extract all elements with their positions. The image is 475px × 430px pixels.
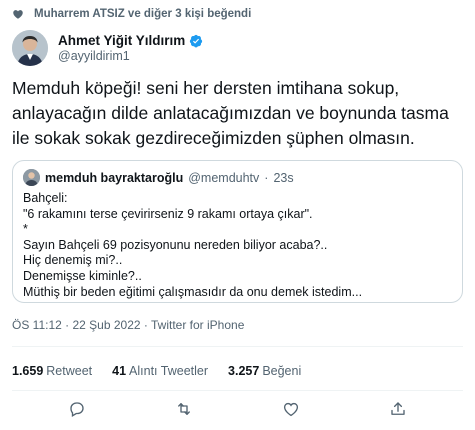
- retweet-count[interactable]: 1.659 Retweet: [12, 364, 92, 378]
- quote-line: Sayın Bahçeli 69 pozisyonunu nereden bil…: [23, 237, 328, 252]
- meta-separator: ·: [140, 318, 151, 332]
- quote-line: "6 rakamını terse çevirirseniz 9 rakamı …: [23, 206, 313, 221]
- quote-author-avatar: [23, 169, 40, 186]
- quote-line: *: [23, 222, 28, 237]
- quote-line: Müthiş bir beden eğitimi çalışmasıdır da…: [23, 284, 363, 299]
- quote-line: Denemişse kiminle?..: [23, 268, 142, 283]
- meta-separator: ·: [61, 318, 73, 332]
- like-count[interactable]: 3.257 Beğeni: [228, 364, 301, 378]
- share-icon[interactable]: [389, 400, 407, 418]
- author-name[interactable]: Ahmet Yiğit Yıldırım: [58, 33, 185, 48]
- tweet-stats: 1.659 Retweet 41 Alıntı Tweetler 3.257 Beğe…: [12, 364, 301, 378]
- tweet-time[interactable]: ÖS 11:12: [12, 318, 62, 332]
- divider: [12, 346, 463, 347]
- social-context-text: Muharrem ATSIZ ve diğer 3 kişi beğendi: [34, 8, 252, 20]
- like-icon[interactable]: [282, 400, 300, 418]
- heart-icon: [12, 8, 24, 20]
- tweet-author[interactable]: Ahmet Yiğit Yıldırım @ayyildirim1: [12, 30, 203, 66]
- tweet-source-app[interactable]: Twitter for iPhone: [151, 318, 244, 332]
- reply-icon[interactable]: [68, 400, 86, 418]
- quote-author-handle: @memduhtv: [188, 170, 260, 185]
- social-context[interactable]: Muharrem ATSIZ ve diğer 3 kişi beğendi: [12, 8, 251, 20]
- verified-badge-icon: [189, 34, 203, 48]
- quote-author-name: memduh bayraktaroğlu: [45, 170, 184, 185]
- tweet-actions: [0, 400, 475, 418]
- quote-text: Bahçeli: "6 rakamını terse çevirirseniz …: [23, 191, 452, 300]
- quote-line: Bahçeli:: [23, 191, 68, 205]
- quote-line: Hiç denemiş mi?..: [23, 253, 123, 268]
- retweet-icon[interactable]: [175, 400, 193, 418]
- tweet-text: Memduh köpeği! seni her dersten imtihana…: [12, 78, 449, 148]
- quote-separator: ·: [264, 170, 269, 185]
- divider: [12, 390, 463, 391]
- tweet-date[interactable]: 22 Şub 2022: [72, 318, 140, 332]
- quote-tweet-count[interactable]: 41 Alıntı Tweetler: [112, 364, 208, 378]
- quote-time: 23s: [273, 170, 294, 185]
- author-handle[interactable]: @ayyildirim1: [58, 49, 203, 63]
- quoted-tweet[interactable]: memduh bayraktaroğlu @memduhtv · 23s Bah…: [12, 160, 463, 303]
- tweet-meta: ÖS 11:12 · 22 Şub 2022 · Twitter for iPh…: [12, 318, 244, 332]
- author-avatar[interactable]: [12, 30, 48, 66]
